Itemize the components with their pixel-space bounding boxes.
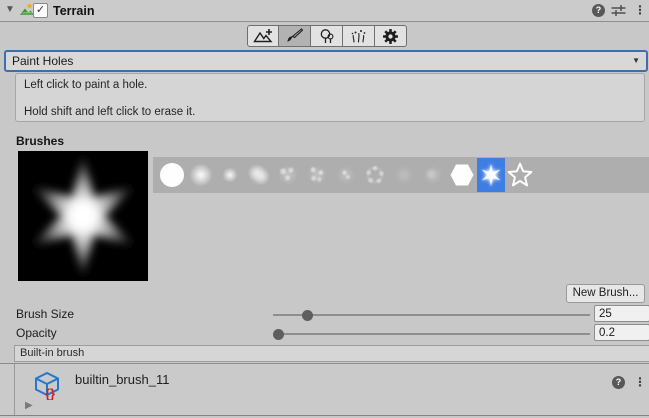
brush-thumbnail-speckle-medium[interactable] (303, 158, 331, 192)
tool-create-neighbor-terrains[interactable] (247, 25, 279, 47)
asset-foldout-arrow-icon[interactable]: ▶ (25, 400, 33, 411)
tool-help-box: Left click to paint a hole. Hold shift a… (15, 73, 645, 122)
opacity-value-field[interactable] (594, 324, 649, 341)
help-text-line1: Left click to paint a hole. (24, 79, 147, 91)
paint-tool-dropdown[interactable]: Paint Holes ▼ (4, 50, 648, 72)
brush-size-value-field[interactable] (594, 305, 649, 322)
brush-thumbnail-small-soft-circle[interactable] (216, 158, 244, 192)
more-menu-icon[interactable]: ⋮ (634, 4, 646, 17)
brush-thumbnail-solid-circle[interactable] (158, 158, 186, 192)
chevron-down-icon: ▼ (632, 56, 640, 65)
brush-thumbnail-dot-ring[interactable] (361, 158, 389, 192)
brush-thumbnail-cloud-blob[interactable] (245, 158, 273, 192)
svg-text:{}: {} (45, 386, 55, 400)
gear-icon (382, 28, 399, 45)
brush-thumbnail-star-outline[interactable] (506, 158, 534, 192)
tree-icon (318, 28, 335, 44)
tool-paint-trees[interactable] (311, 25, 343, 47)
paintbrush-icon (286, 28, 303, 44)
asset-more-menu-icon[interactable]: ⋮ (634, 376, 646, 389)
brushes-section-label: Brushes (16, 134, 64, 148)
section-divider (14, 364, 15, 415)
terrain-inspector-panel: ▼ ✓ Terrain ? ⋮ (0, 0, 649, 418)
opacity-label: Opacity (16, 326, 57, 340)
new-brush-button[interactable]: New Brush... (566, 284, 645, 303)
star-outline-brush-icon (507, 162, 533, 188)
foldout-arrow-icon[interactable]: ▼ (5, 5, 15, 15)
tool-paint-details[interactable] (343, 25, 375, 47)
brush-thumbnail-speckle-large[interactable] (274, 158, 302, 192)
brush-thumbnail-faint-texture[interactable] (390, 158, 418, 192)
brush-size-slider-track[interactable] (273, 314, 590, 316)
mountain-plus-icon (253, 28, 273, 44)
brush-asset-name: builtin_brush_11 (75, 372, 169, 387)
enabled-checkbox[interactable]: ✓ (33, 3, 48, 18)
help-text-line2: Hold shift and left click to erase it. (24, 106, 195, 118)
grass-details-icon (350, 28, 367, 44)
tool-paint-terrain[interactable] (279, 25, 311, 47)
brush-thumbnail-faint-texture-2[interactable] (419, 158, 447, 192)
brush-palette-strip (153, 157, 649, 193)
component-title: Terrain (53, 4, 94, 18)
brush-size-slider-thumb[interactable] (302, 310, 313, 321)
soft-star-brush-icon (477, 161, 505, 189)
brush-thumbnail-speckle-small[interactable] (332, 158, 360, 192)
presets-icon[interactable] (611, 4, 626, 20)
opacity-slider-thumb[interactable] (273, 329, 284, 340)
brush-size-label: Brush Size (16, 307, 74, 321)
opacity-slider-track[interactable] (273, 333, 590, 335)
brush-thumbnail-hexagon[interactable] (448, 158, 476, 192)
help-icon[interactable]: ? (592, 4, 605, 17)
brush-thumbnail-soft-star-selected[interactable] (477, 158, 505, 192)
builtin-brush-bar[interactable]: Built-in brush (14, 345, 649, 362)
component-header: ▼ ✓ Terrain ? ⋮ (0, 0, 649, 22)
asset-help-icon[interactable]: ? (612, 376, 625, 389)
terrain-tool-toolbar (247, 25, 407, 47)
paint-tool-dropdown-value: Paint Holes (12, 54, 73, 68)
brush-asset-section: {} builtin_brush_11 ? ⋮ ▶ (0, 363, 649, 416)
brush-thumbnail-soft-circle[interactable] (187, 158, 215, 192)
tool-terrain-settings[interactable] (375, 25, 407, 47)
scriptable-object-icon: {} (33, 370, 63, 403)
hexagon-brush-icon (449, 163, 475, 187)
brush-preview-image (18, 151, 148, 281)
